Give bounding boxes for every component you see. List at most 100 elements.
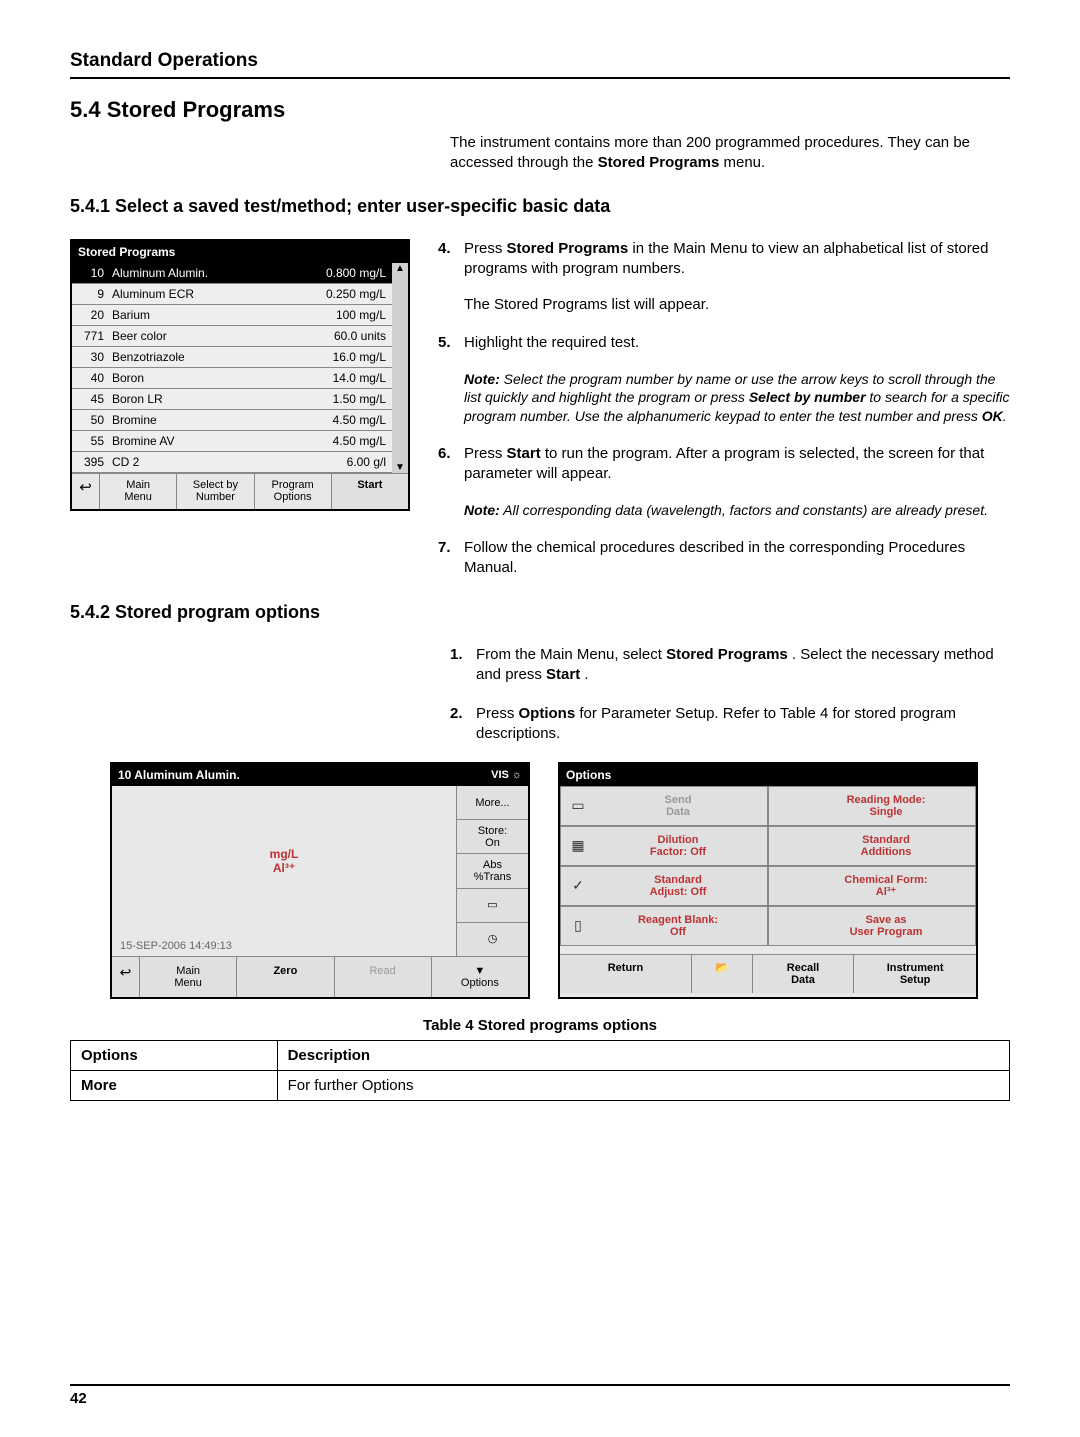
program-name: Benzotriazole	[112, 350, 306, 364]
scrollbar[interactable]: ▲ ▼	[392, 263, 408, 473]
step-number: 5.	[438, 333, 464, 426]
main-menu-button[interactable]: Main Menu	[140, 957, 237, 997]
scroll-up-icon[interactable]: ▲	[395, 263, 405, 274]
step4-sub: The Stored Programs list will appear.	[464, 295, 1010, 315]
unit-al3: Al³⁺	[273, 861, 295, 875]
read-button[interactable]: Read	[335, 957, 432, 997]
step-number: 6.	[438, 444, 464, 519]
program-number: 45	[78, 392, 112, 406]
select-by-number-button[interactable]: Select by Number	[177, 474, 254, 509]
table4-cell-option: More	[71, 1071, 278, 1101]
instrument-setup-button[interactable]: Instrument Setup	[854, 955, 976, 993]
option-cell[interactable]: ▦Dilution Factor: Off	[560, 826, 768, 866]
program-options-button[interactable]: Program Options	[255, 474, 332, 509]
scroll-down-icon[interactable]: ▼	[395, 462, 405, 473]
options-title: Options	[566, 768, 611, 782]
option-icon	[775, 795, 797, 817]
step4-bold: Stored Programs	[507, 240, 629, 257]
option-cell[interactable]: Chemical Form: Al³⁺	[768, 866, 976, 906]
step-number: 1.	[450, 645, 476, 686]
list-item[interactable]: 50Bromine4.50 mg/L	[72, 410, 392, 431]
note-bold: Select by number	[749, 389, 866, 405]
option-label: Reading Mode: Single	[803, 794, 969, 818]
return-button[interactable]: Return	[560, 955, 692, 993]
step6-pre: Press	[464, 445, 507, 462]
note-bold2: OK	[982, 408, 1003, 424]
option-cell[interactable]: Save as User Program	[768, 906, 976, 946]
program-value: 1.50 mg/L	[306, 392, 386, 406]
options-grid: ▭Send Data Reading Mode: Single ▦Dilution …	[560, 786, 976, 946]
list-item[interactable]: 20Barium100 mg/L	[72, 305, 392, 326]
list-item[interactable]: 395CD 26.00 g/l	[72, 452, 392, 473]
program-name: Barium	[112, 308, 306, 322]
option-label: Chemical Form: Al³⁺	[803, 874, 969, 898]
intro-tail: menu.	[723, 154, 765, 171]
s2-pre: Press	[476, 705, 519, 722]
measurement-side-buttons: More... Store: On Abs %Trans ▭ ◷	[456, 786, 528, 956]
program-name: CD 2	[112, 455, 306, 469]
section-5-4-intro: The instrument contains more than 200 pr…	[450, 133, 1010, 174]
program-number: 40	[78, 371, 112, 385]
table4-cell-desc: For further Options	[277, 1071, 1009, 1101]
folder-icon[interactable]: 📂	[692, 955, 753, 993]
option-cell[interactable]: ✓Standard Adjust: Off	[560, 866, 768, 906]
option-cell[interactable]: ▯Reagent Blank: Off	[560, 906, 768, 946]
list-item[interactable]: 30Benzotriazole16.0 mg/L	[72, 347, 392, 368]
page-header-title: Standard Operations	[70, 50, 1010, 72]
form-icon[interactable]: ▭	[457, 889, 528, 923]
program-number: 771	[78, 329, 112, 343]
option-cell[interactable]: Reading Mode: Single	[768, 786, 976, 826]
option-label: Reagent Blank: Off	[595, 914, 761, 938]
program-value: 0.250 mg/L	[306, 287, 386, 301]
option-icon: ▭	[567, 795, 589, 817]
list-item[interactable]: 45Boron LR1.50 mg/L	[72, 389, 392, 410]
stored-programs-list: 10Aluminum Alumin.0.800 mg/L9Aluminum EC…	[72, 263, 392, 473]
table-row: More For further Options	[71, 1071, 1010, 1101]
list-item[interactable]: 771Beer color60.0 units	[72, 326, 392, 347]
option-cell[interactable]: ▭Send Data	[560, 786, 768, 826]
list-item[interactable]: 55Bromine AV4.50 mg/L	[72, 431, 392, 452]
s1-tail: .	[584, 666, 588, 683]
main-menu-button[interactable]: Main Menu	[100, 474, 177, 509]
program-value: 4.50 mg/L	[306, 413, 386, 427]
program-value: 60.0 units	[306, 329, 386, 343]
option-icon	[775, 875, 797, 897]
option-icon	[775, 915, 797, 937]
program-name: Aluminum Alumin.	[112, 266, 306, 280]
step-number: 4.	[438, 239, 464, 316]
table4: Options Description More For further Opt…	[70, 1040, 1010, 1101]
recall-data-button[interactable]: Recall Data	[753, 955, 854, 993]
step4-text: Press	[464, 240, 507, 257]
options-button[interactable]: ▼ Options	[432, 957, 528, 997]
option-cell[interactable]: Standard Additions	[768, 826, 976, 866]
option-icon: ▦	[567, 835, 589, 857]
table4-header-description: Description	[277, 1041, 1009, 1071]
list-item[interactable]: 10Aluminum Alumin.0.800 mg/L	[72, 263, 392, 284]
start-button[interactable]: Start	[332, 474, 408, 509]
back-button[interactable]: ↩	[112, 957, 140, 997]
page-number: 42	[70, 1390, 87, 1407]
zero-button[interactable]: Zero	[237, 957, 334, 997]
program-name: Boron LR	[112, 392, 306, 406]
stored-programs-buttons: ↩ Main Menu Select by Number Program Opt…	[72, 473, 408, 509]
page-footer: 42	[70, 1384, 1010, 1407]
store-button[interactable]: Store: On	[457, 820, 528, 854]
measurement-title: 10 Aluminum Alumin.	[118, 768, 240, 782]
note-label: Note:	[464, 502, 500, 518]
program-name: Bromine	[112, 413, 306, 427]
abs-trans-button[interactable]: Abs %Trans	[457, 854, 528, 888]
option-label: Save as User Program	[803, 914, 969, 938]
program-value: 6.00 g/l	[306, 455, 386, 469]
timer-icon[interactable]: ◷	[457, 923, 528, 956]
program-number: 30	[78, 350, 112, 364]
section-5-4-1-title: 5.4.1 Select a saved test/method; enter …	[70, 196, 1010, 217]
list-item[interactable]: 9Aluminum ECR0.250 mg/L	[72, 284, 392, 305]
more-button[interactable]: More...	[457, 786, 528, 820]
program-value: 14.0 mg/L	[306, 371, 386, 385]
option-label: Standard Adjust: Off	[595, 874, 761, 898]
option-icon	[775, 835, 797, 857]
program-number: 20	[78, 308, 112, 322]
step6-bold: Start	[507, 445, 541, 462]
list-item[interactable]: 40Boron14.0 mg/L	[72, 368, 392, 389]
back-button[interactable]: ↩	[72, 474, 100, 509]
